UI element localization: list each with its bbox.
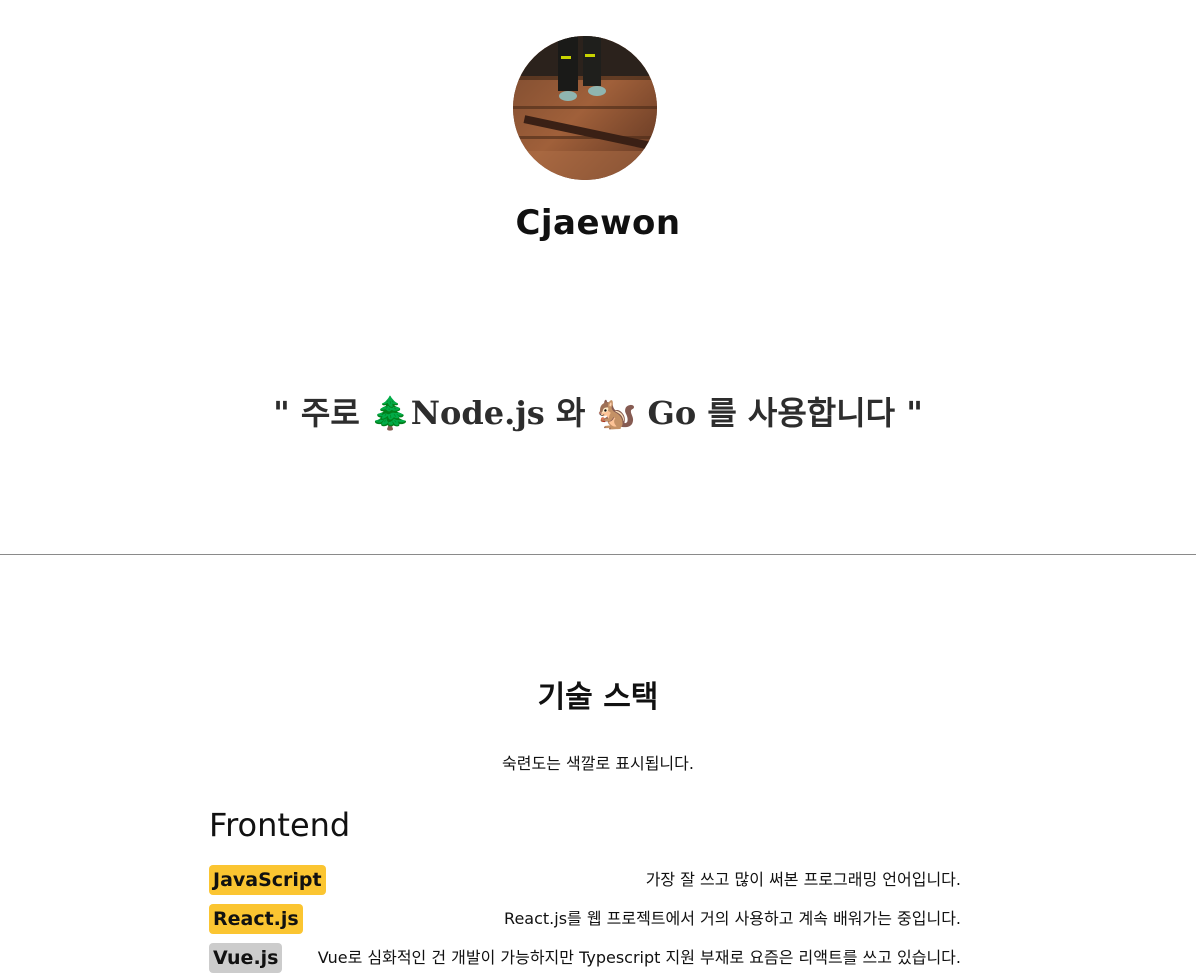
skill-badge: JavaScript	[209, 865, 326, 895]
skill-description: React.js를 웹 프로젝트에서 거의 사용하고 계속 배워가는 중입니다.	[504, 909, 961, 928]
skill-description: 가장 잘 쓰고 많이 써본 프로그래밍 언어입니다.	[645, 870, 961, 889]
intro-quote: " 주로 🌲Node.js 와 🐿️ Go 를 사용합니다 "	[273, 394, 923, 432]
avatar	[513, 36, 657, 180]
skill-row: React.js React.js를 웹 프로젝트에서 거의 사용하고 계속 배…	[209, 904, 961, 934]
skill-row: Vue.js Vue로 심화적인 건 개발이 가능하지만 Typescript …	[209, 943, 961, 973]
category-title-frontend: Frontend	[209, 806, 351, 844]
profile-name: Cjaewon	[515, 203, 681, 243]
skill-row: JavaScript 가장 잘 쓰고 많이 써본 프로그래밍 언어입니다.	[209, 865, 961, 895]
section-divider	[0, 554, 1196, 555]
stack-subtitle: 숙련도는 색깔로 표시됩니다.	[502, 754, 694, 773]
skill-badge: Vue.js	[209, 943, 283, 973]
stack-title: 기술 스택	[537, 680, 659, 715]
skill-description: Vue로 심화적인 건 개발이 가능하지만 Typescript 지원 부재로 …	[317, 948, 961, 967]
skill-badge: React.js	[209, 904, 303, 934]
